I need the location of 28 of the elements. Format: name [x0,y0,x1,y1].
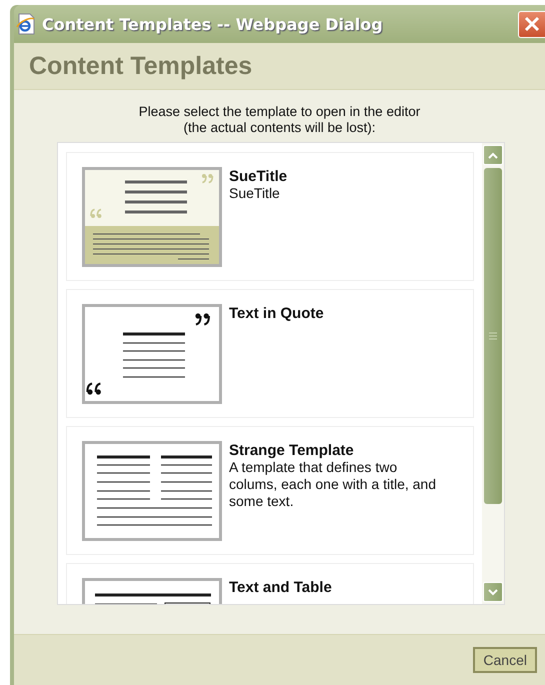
template-name: Text and Table [229,579,333,596]
window-title: Content Templates -- Webpage Dialog [42,14,383,34]
template-name: Text in Quote [229,305,325,322]
template-name: SueTitle [229,168,288,185]
scroll-thumb[interactable] [484,168,502,504]
instruction-text: (the actual contents will be lost): [182,120,377,136]
template-item[interactable]: SueTitle SueTitle [66,152,474,281]
dialog-heading: Content Templates [29,52,252,80]
instruction-text: Please select the template to open in the editor [138,104,422,120]
template-item[interactable]: Strange Template A template that defines two colums, each one with a title, and some text. [66,426,474,555]
template-item[interactable]: Text in Quote [66,289,474,418]
opening-quote-icon [86,382,101,395]
opening-quote-icon [90,208,102,218]
closing-quote-icon [202,174,214,184]
closing-quote-icon [195,313,210,326]
caret-down-icon [488,588,498,596]
scroll-up-button[interactable] [483,145,503,165]
scrollbar[interactable] [482,143,504,604]
close-button[interactable] [518,10,545,38]
cancel-button[interactable]: Cancel [473,647,537,673]
template-description: A template that defines two colums, each one with a title, and some text. [229,459,438,510]
grip-icon [489,332,497,340]
close-icon [524,16,540,32]
caret-up-icon [488,152,498,158]
template-description: SueTitle [229,185,281,202]
scroll-down-button[interactable] [483,582,503,602]
template-name: Strange Template [229,442,355,459]
browser-page-icon [16,13,36,35]
